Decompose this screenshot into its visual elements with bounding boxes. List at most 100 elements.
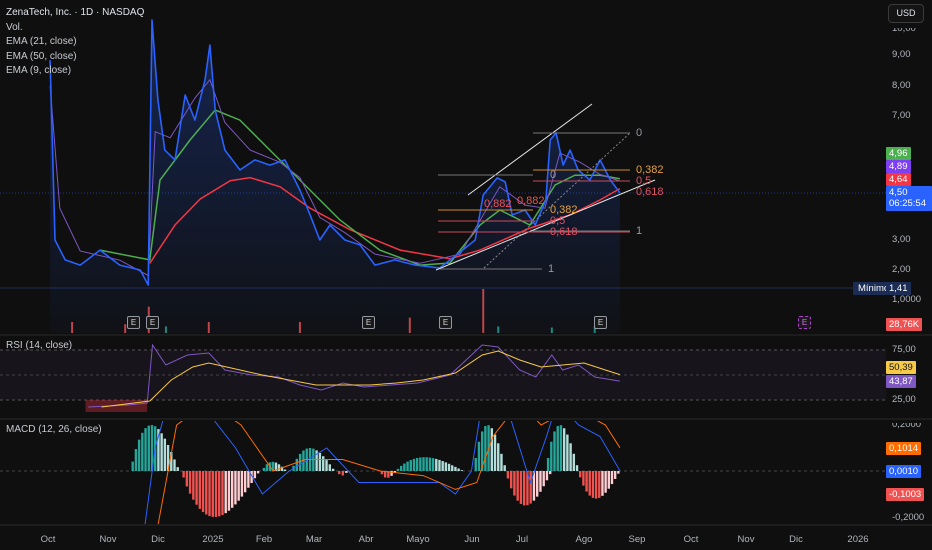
- macd-legend[interactable]: MACD (12, 26, close): [6, 424, 102, 435]
- macd-histogram-bar: [588, 471, 591, 496]
- time-tick: Abr: [358, 534, 374, 545]
- macd-histogram-bar: [553, 431, 556, 471]
- macd-histogram-bar: [234, 471, 237, 505]
- macd-histogram-bar: [457, 468, 460, 471]
- macd-histogram-bar: [419, 457, 422, 471]
- macd-histogram-bar: [545, 471, 549, 481]
- symbol-title[interactable]: ZenaTech, Inc. · 1D · NASDAQ: [6, 6, 144, 21]
- macd-histogram-bar: [265, 464, 269, 471]
- fib-label: 0,882: [484, 198, 512, 210]
- macd-histogram-bar: [198, 471, 202, 509]
- macd-histogram-bar: [559, 425, 563, 471]
- macd-histogram-bar: [240, 471, 244, 497]
- macd-histogram-bar: [566, 434, 569, 471]
- time-tick: Jun: [464, 534, 480, 545]
- macd-histogram-bar: [345, 471, 348, 473]
- macd-histogram-bar: [519, 471, 523, 504]
- macd-histogram-bar: [163, 438, 167, 471]
- macd-histogram-bar: [412, 458, 416, 471]
- macd-histogram-bar: [277, 464, 281, 471]
- macd-histogram-bar: [447, 463, 451, 471]
- time-tick: Ago: [575, 534, 593, 545]
- last-price-tag: 4,50 06:25:54: [886, 186, 932, 211]
- signal-tag: 0,1014: [886, 442, 922, 455]
- macd-histogram-bar: [173, 459, 176, 471]
- earnings-marker[interactable]: E: [146, 316, 159, 329]
- macd-histogram-bar: [503, 465, 506, 471]
- macd-histogram-bar: [477, 441, 481, 471]
- macd-histogram-bar: [610, 471, 614, 485]
- macd-histogram-bar: [556, 426, 559, 471]
- macd-histogram-bar: [137, 439, 141, 471]
- macd-histogram-bar: [195, 471, 198, 505]
- macd-histogram-bar: [550, 441, 553, 471]
- macd-histogram-bar: [283, 469, 287, 471]
- legend-ema9[interactable]: EMA (9, close): [6, 64, 144, 79]
- macd-histogram-bar: [298, 453, 302, 471]
- time-tick: 2026: [847, 534, 869, 545]
- macd-histogram-bar: [435, 458, 438, 471]
- bar-countdown: 06:25:54: [889, 198, 926, 209]
- macd-histogram-bar: [192, 471, 195, 500]
- ema50-price-tag: 4,64: [886, 173, 911, 186]
- macd-histogram-bar: [582, 471, 585, 486]
- macd-histogram-bar: [295, 458, 299, 471]
- volume-tag: 28,76K: [886, 318, 923, 331]
- upcoming-earnings-marker[interactable]: E: [798, 316, 811, 329]
- macd-histogram-bar: [237, 471, 240, 501]
- fib-label: 1: [636, 225, 643, 237]
- macd-histogram-bar: [134, 449, 138, 471]
- time-tick: Mar: [305, 534, 323, 545]
- macd-histogram-bar: [575, 465, 579, 471]
- macd-histogram-bar: [147, 425, 150, 471]
- fib-label: 0,882: [517, 195, 545, 207]
- fib-label: 0,618: [636, 186, 664, 198]
- macd-histogram-bar: [406, 461, 409, 471]
- legend-volume[interactable]: Vol.: [6, 21, 144, 36]
- currency-button[interactable]: USD: [888, 4, 924, 23]
- earnings-marker[interactable]: E: [439, 316, 452, 329]
- legend-ema50[interactable]: EMA (50, close): [6, 50, 144, 65]
- fib-label: 1: [548, 263, 555, 275]
- macd-histogram-bar: [549, 471, 552, 475]
- macd-histogram-bar: [409, 460, 412, 471]
- price-tick: 1,0000: [892, 294, 922, 305]
- rsi-ma-tag: 50,39: [886, 361, 916, 374]
- macd-histogram-bar: [539, 471, 542, 492]
- macd-histogram-bar: [572, 453, 576, 471]
- macd-histogram-bar: [569, 443, 572, 471]
- earnings-marker[interactable]: E: [362, 316, 375, 329]
- earnings-marker[interactable]: E: [127, 316, 140, 329]
- time-tick: Mayo: [406, 534, 430, 545]
- macd-histogram-bar: [613, 471, 617, 479]
- earnings-marker[interactable]: E: [594, 316, 607, 329]
- macd-histogram-bar: [490, 428, 494, 471]
- chart-canvas[interactable]: [0, 0, 932, 550]
- macd-histogram-bar: [607, 471, 611, 489]
- time-tick: Oct: [40, 534, 56, 545]
- macd-histogram-bar: [529, 471, 532, 504]
- ema9-price-tag: 4,89: [886, 160, 911, 173]
- macd-histogram-bar: [484, 426, 487, 471]
- macd-histogram-bar: [182, 471, 185, 478]
- histogram-tag: -0,1003: [886, 488, 925, 501]
- rsi-legend[interactable]: RSI (14, close): [6, 340, 72, 351]
- price-tick: 3,00: [892, 234, 911, 245]
- macd-histogram-bar: [256, 471, 260, 474]
- macd-histogram-bar: [500, 453, 503, 471]
- legend-ema21[interactable]: EMA (21, close): [6, 35, 144, 50]
- time-tick: 2025: [202, 534, 224, 545]
- macd-histogram-bar: [617, 471, 620, 474]
- minimum-value: 1,41: [886, 282, 911, 295]
- macd-histogram-bar: [535, 471, 539, 497]
- macd-histogram-bar: [144, 428, 147, 471]
- macd-histogram-bar: [328, 464, 332, 471]
- macd-histogram-bar: [598, 471, 601, 498]
- time-tick: Sep: [628, 534, 646, 545]
- macd-histogram-bar: [509, 471, 513, 489]
- macd-histogram-bar: [253, 471, 257, 479]
- macd-histogram-bar: [221, 471, 224, 516]
- macd-histogram-bar: [474, 458, 477, 471]
- macd-histogram-bar: [441, 461, 444, 471]
- macd-histogram-bar: [415, 457, 419, 471]
